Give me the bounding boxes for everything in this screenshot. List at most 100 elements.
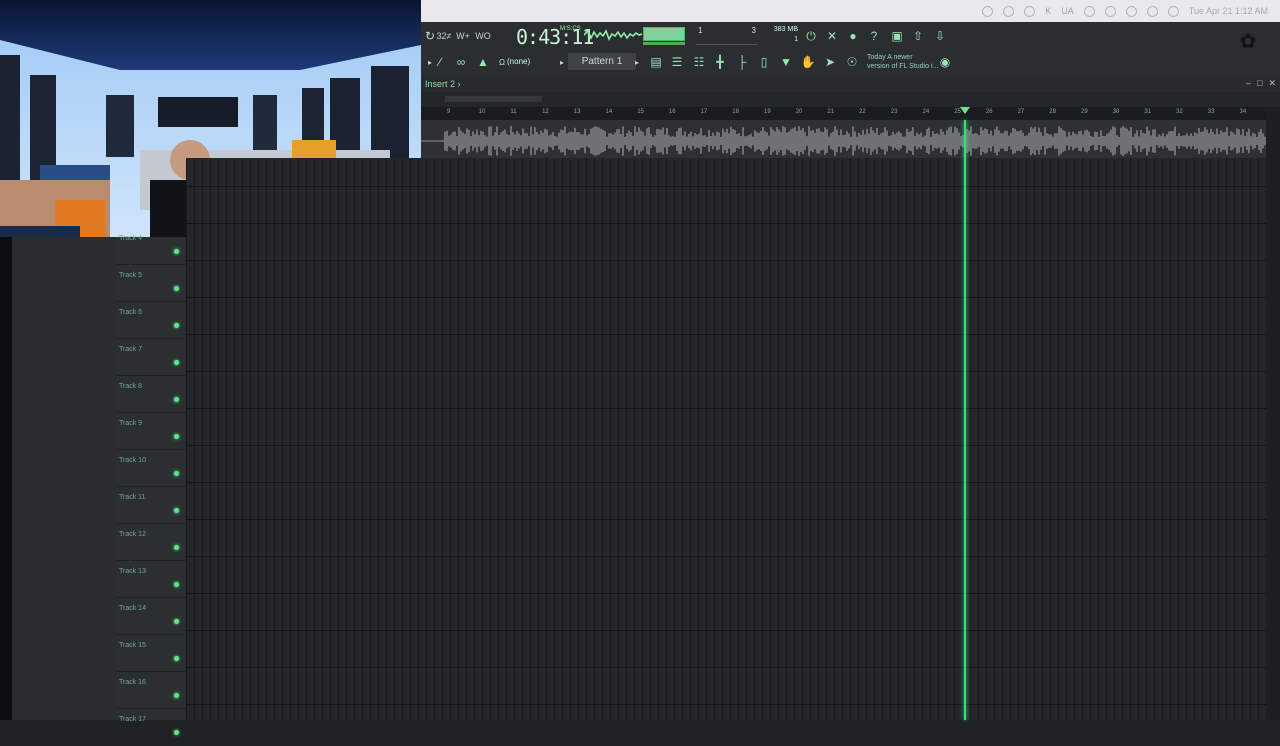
snap-32-button[interactable]: 32≠: [435, 28, 453, 44]
export-icon[interactable]: ⇧: [909, 28, 927, 44]
track-mute-led-icon[interactable]: [174, 434, 179, 439]
shop-icon[interactable]: ☉: [843, 54, 861, 70]
track-mute-led-icon[interactable]: [174, 397, 179, 402]
track-mute-led-icon[interactable]: [174, 693, 179, 698]
track-header[interactable]: Track 15: [116, 635, 186, 672]
playlist-icon[interactable]: ▤: [647, 54, 665, 70]
browser-panel: [12, 237, 116, 720]
cut-icon[interactable]: ✕: [823, 28, 841, 44]
track-mute-led-icon[interactable]: [174, 249, 179, 254]
menubar-extension-icon[interactable]: [1003, 5, 1015, 17]
track-mute-led-icon[interactable]: [174, 471, 179, 476]
menubar-status-icon[interactable]: [982, 5, 994, 17]
stamp-icon[interactable]: ▲: [474, 54, 492, 70]
track-mute-led-icon[interactable]: [174, 582, 179, 587]
keyboard-layout[interactable]: UA: [1061, 6, 1074, 16]
menubar-time-machine-icon[interactable]: [1083, 5, 1095, 17]
brush-icon[interactable]: ∕: [431, 54, 449, 70]
track-label: Track 9: [119, 420, 143, 427]
microphone-icon[interactable]: ●: [844, 28, 862, 44]
ruler-bar-number: 31: [1144, 109, 1152, 115]
power-icon[interactable]: ⏻: [802, 28, 820, 44]
ruler-bar-number: 9: [447, 109, 451, 115]
track-mute-led-icon[interactable]: [174, 656, 179, 661]
track-label: Track 4: [119, 235, 143, 242]
touch-controller-icon[interactable]: ✋: [799, 54, 817, 70]
piano-roll-icon[interactable]: ☰: [668, 54, 686, 70]
pattern-next-icon[interactable]: ▸: [628, 54, 646, 70]
ruler-bar-number: 26: [985, 109, 993, 115]
help-icon[interactable]: ?: [865, 28, 883, 44]
menubar-bluetooth-icon[interactable]: [1104, 5, 1116, 17]
track-header[interactable]: Track 13: [116, 561, 186, 598]
macros-icon[interactable]: ➤: [821, 54, 839, 70]
track-mute-led-icon[interactable]: [174, 730, 179, 735]
pattern-selector[interactable]: Pattern 1: [568, 53, 636, 70]
track-mute-led-icon[interactable]: [174, 619, 179, 624]
track-header[interactable]: Track 12: [116, 524, 186, 561]
cpu-meter-level: [643, 42, 685, 45]
channel-filter-select[interactable]: (none): [507, 57, 530, 66]
news-panel[interactable]: Today A newer version of FL Studio i...: [867, 53, 938, 71]
ruler-bar-number: 19: [764, 109, 771, 115]
track-header[interactable]: Track 11: [116, 487, 186, 524]
browser-icon[interactable]: ├: [733, 54, 751, 70]
ruler-bar-number: 29: [1081, 109, 1088, 115]
track-mute-led-icon[interactable]: [174, 360, 179, 365]
menubar-wifi-icon[interactable]: [1125, 5, 1137, 17]
channel-rack-icon[interactable]: ☷: [690, 54, 708, 70]
track-mute-led-icon[interactable]: [174, 508, 179, 513]
track-header[interactable]: Track 16: [116, 672, 186, 709]
playlist-grid[interactable]: [186, 158, 1266, 720]
vertical-scrollbar[interactable]: [1266, 107, 1280, 720]
timeline-ruler[interactable]: 9 10 11 12 13 14 15 16 17 18 19 20 21 22 23 24 25 26 27 28 2…: [421, 107, 1266, 120]
track-label: Track 15: [119, 642, 146, 649]
menubar-search-icon[interactable]: [1146, 5, 1158, 17]
scrollbar-thumb[interactable]: [445, 96, 542, 102]
plugin-picker-icon[interactable]: ▼: [777, 54, 795, 70]
memory-sub-value: 1: [794, 36, 798, 43]
panel-title[interactable]: Insert 2 ›: [425, 79, 461, 89]
menubar-clock[interactable]: Tue Apr 21 1:12 AM: [1189, 6, 1268, 16]
playhead[interactable]: [964, 120, 966, 720]
ruler-bar-number: 24: [922, 109, 930, 115]
panel-title-text: Insert 2: [425, 79, 456, 89]
time-unit-label: M:S:CS: [560, 26, 581, 32]
ruler-bar-number: 16: [668, 109, 676, 115]
track-header[interactable]: Track 4: [116, 228, 186, 265]
track-header[interactable]: Track 17: [116, 709, 186, 746]
plugin-database-icon[interactable]: ▯: [755, 54, 773, 70]
mixer-icon[interactable]: ╋: [711, 54, 729, 70]
menubar-sync-icon[interactable]: [1024, 5, 1036, 17]
maximize-icon[interactable]: □: [1257, 78, 1262, 89]
online-icon[interactable]: ◉: [936, 54, 954, 70]
ruler-bar-number: 28: [1049, 109, 1056, 115]
memory-value: 383 MB: [773, 26, 798, 33]
news-line-1: Today A newer: [867, 54, 913, 61]
polyphony-meter: 1 3: [696, 26, 758, 45]
loop-record-button[interactable]: WO: [473, 28, 493, 44]
menubar-k-icon[interactable]: K: [1045, 6, 1051, 16]
track-header[interactable]: Track 14: [116, 598, 186, 635]
minimize-icon[interactable]: –: [1246, 78, 1251, 89]
close-icon[interactable]: ✕: [1268, 78, 1276, 89]
audio-clip[interactable]: [421, 120, 1266, 158]
track-header[interactable]: Track 5: [116, 265, 186, 302]
download-icon[interactable]: ⇩: [931, 28, 949, 44]
left-edge: [0, 237, 12, 720]
playhead-marker-icon[interactable]: [960, 107, 970, 114]
track-header[interactable]: Track 7: [116, 339, 186, 376]
link-icon[interactable]: ∞: [452, 54, 470, 70]
wait-button[interactable]: W+: [453, 28, 473, 44]
song-position-display[interactable]: 0:43:11: [516, 25, 594, 49]
track-header[interactable]: Track 6: [116, 302, 186, 339]
track-mute-led-icon[interactable]: [174, 323, 179, 328]
save-icon[interactable]: ▣: [888, 28, 906, 44]
horizontal-scrollbar[interactable]: [421, 92, 1280, 107]
track-mute-led-icon[interactable]: [174, 286, 179, 291]
track-header[interactable]: Track 9: [116, 413, 186, 450]
track-header[interactable]: Track 8: [116, 376, 186, 413]
menubar-control-center-icon[interactable]: [1167, 5, 1179, 17]
track-mute-led-icon[interactable]: [174, 545, 179, 550]
track-header[interactable]: Track 10: [116, 450, 186, 487]
